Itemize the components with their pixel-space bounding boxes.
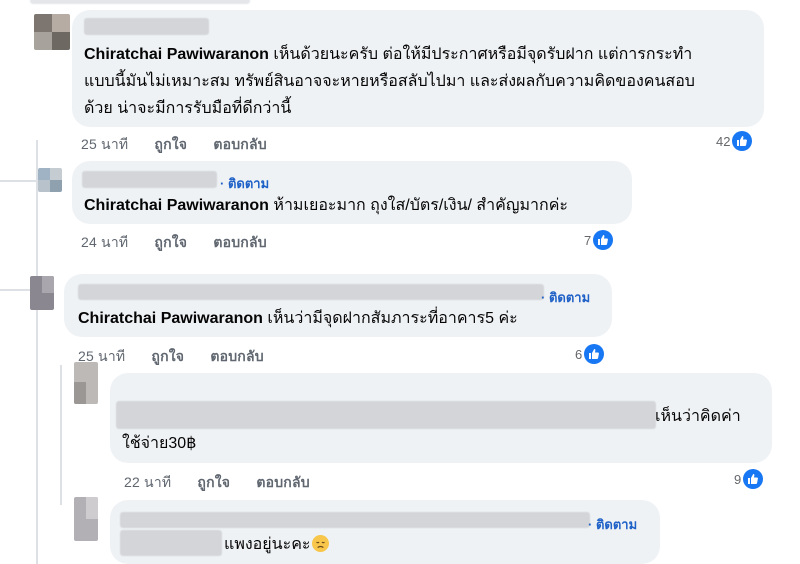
reaction-number: 9 [734, 471, 742, 487]
comment-actions: 25 นาที ถูกใจ ตอบกลับ [81, 134, 289, 156]
blurred-author-name[interactable] [84, 18, 209, 35]
disappointed-face-icon [312, 535, 330, 552]
reaction-number: 7 [584, 232, 592, 248]
comment-bubble: · ติดตาม Chiratchai Pawiwaranon เห็นว่าม… [64, 274, 612, 337]
like-reaction-icon [593, 230, 614, 250]
comment-text: แพงอยู่นะคะ [224, 536, 311, 553]
blurred-tagged-name[interactable] [120, 530, 222, 556]
reaction-count[interactable]: 9 [734, 468, 764, 490]
reply-button[interactable]: ตอบกลับ [256, 474, 310, 490]
comment-bubble: · ติดตาม แพงอยู่นะคะ [110, 500, 660, 564]
reply-button[interactable]: ตอบกลับ [210, 348, 264, 364]
timestamp[interactable]: 25 นาที [81, 136, 128, 152]
thread-line [0, 289, 30, 291]
comment-text-line: ด้วย น่าจะมีการรับมือที่ดีกว่านี้ [84, 100, 292, 117]
follow-link[interactable]: · ติดตาม [220, 173, 269, 194]
blurred-author-name[interactable] [82, 171, 217, 188]
reaction-count[interactable]: 7 [584, 229, 614, 251]
comment-bubble: เห็นว่าคิดค่า ใช้จ่าย30฿ [110, 373, 772, 463]
timestamp[interactable]: 24 นาที [81, 234, 128, 250]
comment-text: เห็นว่ามีจุดฝากสัมภาระที่อาคาร5 ค่ะ [267, 310, 518, 327]
reaction-number: 6 [575, 346, 583, 362]
avatar[interactable] [30, 276, 54, 310]
comment-text-line: แพงอยู่นะคะ [224, 531, 330, 558]
comment-actions: 22 นาที ถูกใจ ตอบกลับ [124, 472, 332, 494]
comment-text-line: Chiratchai Pawiwaranon เห็นด้วยนะครับ ต่… [84, 41, 692, 68]
comment-text: ห้ามเยอะมาก ถุงใส/บัตร/เงิน/ สำคัญมากค่ะ [273, 197, 568, 214]
avatar[interactable] [34, 14, 70, 50]
like-reaction-icon [743, 469, 764, 489]
like-button[interactable]: ถูกใจ [197, 474, 230, 490]
follow-link[interactable]: · ติดตาม [588, 514, 637, 535]
reaction-count[interactable]: 6 [575, 343, 605, 365]
reaction-number: 42 [716, 133, 731, 149]
comment-text-line: เห็นว่าคิดค่า [655, 408, 741, 425]
like-reaction-icon [584, 344, 605, 364]
thread-line [0, 180, 36, 182]
blurred-author-name[interactable] [120, 512, 590, 528]
comment-actions: 24 นาที ถูกใจ ตอบกลับ [81, 232, 289, 254]
avatar[interactable] [74, 362, 98, 404]
reply-button[interactable]: ตอบกลับ [213, 136, 267, 152]
comment-text-line: แบบนี้มันไม่เหมาะสม ทรัพย์สินอาจจะหายหรื… [84, 73, 695, 90]
avatar[interactable] [38, 168, 62, 192]
comment-text-line: Chiratchai Pawiwaranon เห็นว่ามีจุดฝากสั… [78, 305, 518, 332]
reaction-count[interactable]: 42 [716, 130, 753, 152]
comment-actions: 25 นาที ถูกใจ ตอบกลับ [78, 346, 286, 368]
timestamp[interactable]: 22 นาที [124, 474, 171, 490]
blurred-author-name[interactable] [78, 284, 544, 300]
like-button[interactable]: ถูกใจ [154, 234, 187, 250]
thread-line [36, 140, 38, 265]
comment-text-line: Chiratchai Pawiwaranon ห้ามเยอะมาก ถุงใส… [84, 192, 568, 219]
like-reaction-icon [732, 131, 753, 151]
mention-link[interactable]: Chiratchai Pawiwaranon [84, 197, 269, 214]
like-button[interactable]: ถูกใจ [151, 348, 184, 364]
blurred-author-name[interactable] [116, 401, 656, 429]
cut-off-meta [30, 0, 250, 4]
like-button[interactable]: ถูกใจ [154, 136, 187, 152]
comment-bubble: Chiratchai Pawiwaranon เห็นด้วยนะครับ ต่… [72, 10, 764, 127]
comment-bubble: · ติดตาม Chiratchai Pawiwaranon ห้ามเยอะ… [72, 161, 632, 224]
comment-text: เห็นด้วยนะครับ ต่อให้มีประกาศหรือมีจุดรั… [273, 46, 693, 63]
avatar[interactable] [74, 497, 98, 541]
mention-link[interactable]: Chiratchai Pawiwaranon [78, 310, 263, 327]
follow-link[interactable]: · ติดตาม [541, 287, 590, 308]
mention-link[interactable]: Chiratchai Pawiwaranon [84, 46, 269, 63]
comment-text-line: ใช้จ่าย30฿ [122, 435, 197, 452]
thread-line [60, 365, 62, 505]
reply-button[interactable]: ตอบกลับ [213, 234, 267, 250]
